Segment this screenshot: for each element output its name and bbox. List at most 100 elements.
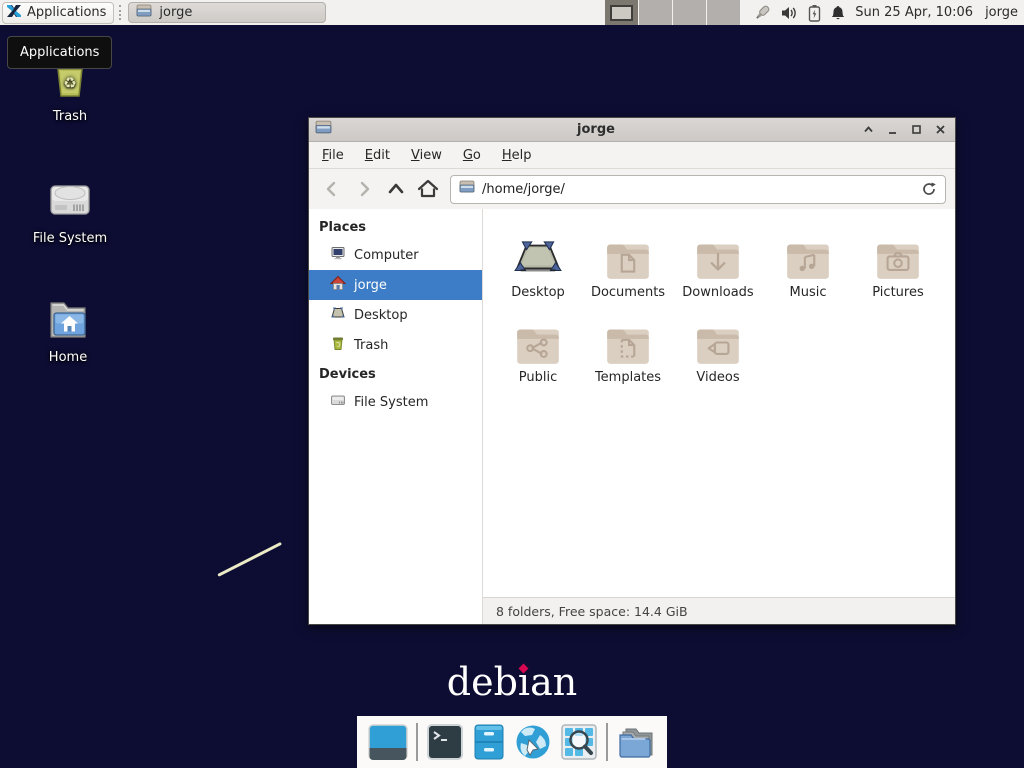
menu-edit[interactable]: Edit — [365, 148, 390, 163]
menu-view[interactable]: View — [411, 148, 442, 163]
minimize-button[interactable] — [884, 121, 901, 138]
debian-logo-text: deb — [447, 660, 518, 704]
workspace-window-preview — [610, 5, 633, 21]
sidebar-item-label: File System — [354, 395, 428, 410]
filesystem-drive-icon — [45, 176, 95, 226]
desktop-icon-file-system[interactable]: File System — [20, 176, 120, 246]
home-button[interactable] — [414, 176, 441, 203]
file-item-downloads[interactable]: Downloads — [673, 227, 763, 300]
path-text[interactable]: /home/jorge/ — [482, 182, 565, 197]
close-button[interactable] — [932, 121, 949, 138]
sidebar-item-jorge[interactable]: jorge — [309, 270, 482, 300]
applications-tooltip: Applications — [7, 36, 112, 69]
menubar: File Edit View Go Help — [309, 142, 955, 169]
file-item-videos[interactable]: Videos — [673, 312, 763, 385]
forward-button[interactable] — [350, 176, 377, 203]
airbrush-icon[interactable] — [753, 3, 772, 22]
file-item-label: Music — [790, 285, 827, 300]
sidebar-item-computer[interactable]: Computer — [309, 240, 482, 270]
desktop-icon-label: Home — [49, 350, 87, 365]
window-titlebar[interactable]: jorge — [309, 118, 955, 142]
file-item-documents[interactable]: Documents — [583, 227, 673, 300]
desktop-icon — [330, 305, 346, 325]
sidebar-places-header: Places — [309, 213, 482, 240]
sidebar-item-desktop[interactable]: Desktop — [309, 300, 482, 330]
taskbar-window-button[interactable]: jorge — [128, 2, 326, 23]
downloads-folder-icon — [693, 227, 743, 279]
sidebar-item-label: Desktop — [354, 308, 408, 323]
toolbar: /home/jorge/ — [309, 169, 955, 209]
window-folder-icon — [315, 120, 332, 139]
notifications-icon[interactable] — [830, 4, 846, 21]
user-home-icon — [330, 275, 346, 295]
file-view: Desktop Documents — [483, 209, 955, 597]
reload-icon[interactable] — [921, 181, 937, 197]
file-item-label: Downloads — [682, 285, 753, 300]
show-desktop-icon[interactable] — [368, 723, 408, 761]
web-browser-icon[interactable] — [514, 723, 552, 761]
workspace-1[interactable] — [605, 0, 639, 25]
file-item-public[interactable]: Public — [493, 312, 583, 385]
applications-menu-button[interactable]: Applications — [2, 2, 114, 24]
workspace-3[interactable] — [673, 0, 707, 25]
sidebar-item-label: Computer — [354, 248, 419, 263]
back-button[interactable] — [318, 176, 345, 203]
music-folder-icon — [783, 227, 833, 279]
window-title: jorge — [332, 122, 860, 137]
location-bar[interactable]: /home/jorge/ — [450, 175, 946, 204]
file-item-label: Videos — [696, 370, 739, 385]
panel-handle[interactable] — [119, 5, 124, 20]
file-item-label: Documents — [591, 285, 665, 300]
desktop-folder-icon — [513, 227, 563, 279]
templates-folder-icon — [603, 312, 653, 364]
debian-logo-i: ı — [518, 662, 530, 702]
statusbar-text: 8 folders, Free space: 14.4 GiB — [496, 604, 688, 619]
dock-separator — [606, 723, 608, 761]
file-manager-icon[interactable] — [472, 723, 506, 761]
applications-menu-label: Applications — [27, 5, 106, 20]
sidebar-item-trash[interactable]: Trash — [309, 330, 482, 360]
sidebar-item-label: jorge — [354, 278, 387, 293]
desktop: Applications jorge — [0, 0, 1024, 768]
file-item-pictures[interactable]: Pictures — [853, 227, 943, 300]
file-item-label: Desktop — [511, 285, 565, 300]
application-finder-icon[interactable] — [560, 723, 598, 761]
sidebar: Places Computer — [309, 209, 483, 624]
computer-icon — [330, 245, 346, 265]
desktop-stray-line — [217, 542, 282, 577]
pictures-folder-icon — [873, 227, 923, 279]
menu-go[interactable]: Go — [463, 148, 481, 163]
file-item-templates[interactable]: Templates — [583, 312, 673, 385]
file-item-label: Templates — [595, 370, 661, 385]
shade-button[interactable] — [860, 121, 877, 138]
workspace-pager — [605, 0, 741, 25]
folder-icon — [136, 4, 152, 22]
desktop-icon-label: Trash — [53, 109, 87, 124]
file-manager-window: jorge File Edit View Go Help — [308, 117, 956, 625]
terminal-icon[interactable] — [426, 723, 464, 761]
menu-file[interactable]: File — [322, 148, 344, 163]
workspace-2[interactable] — [639, 0, 673, 25]
user-directories-icon[interactable] — [616, 723, 656, 761]
maximize-button[interactable] — [908, 121, 925, 138]
volume-icon[interactable] — [781, 5, 799, 21]
file-item-music[interactable]: Music — [763, 227, 853, 300]
videos-folder-icon — [693, 312, 743, 364]
public-folder-icon — [513, 312, 563, 364]
home-folder-icon — [43, 295, 93, 345]
menu-help[interactable]: Help — [502, 148, 532, 163]
workspace-4[interactable] — [707, 0, 741, 25]
sidebar-item-label: Trash — [354, 338, 388, 353]
panel-clock[interactable]: Sun 25 Apr, 10:06 — [855, 5, 973, 20]
dock-separator — [416, 723, 418, 761]
svg-text:♻: ♻ — [63, 74, 76, 92]
up-button[interactable] — [382, 176, 409, 203]
statusbar: 8 folders, Free space: 14.4 GiB — [483, 597, 955, 624]
sidebar-item-file-system[interactable]: File System — [309, 387, 482, 417]
battery-icon[interactable] — [808, 4, 821, 22]
file-item-desktop[interactable]: Desktop — [493, 227, 583, 300]
dock-panel — [357, 716, 667, 768]
file-item-label: Public — [519, 370, 557, 385]
sidebar-devices-header: Devices — [309, 360, 482, 387]
desktop-icon-home[interactable]: Home — [18, 295, 118, 365]
